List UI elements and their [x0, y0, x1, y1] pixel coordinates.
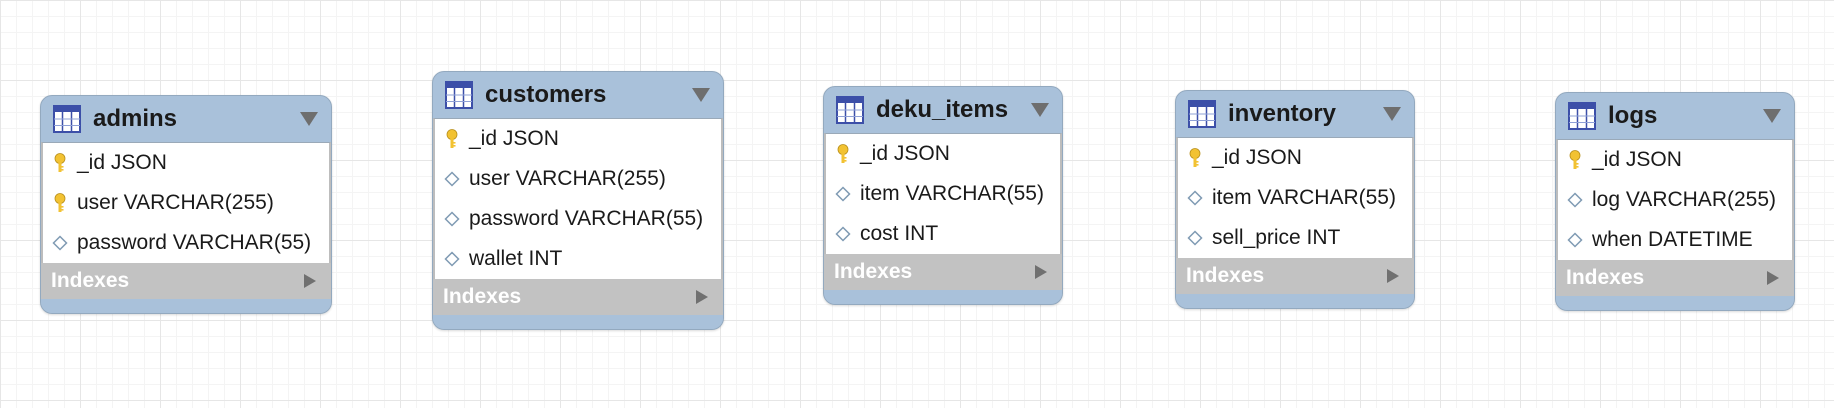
indexes-label: Indexes [51, 269, 130, 292]
column-label: password VARCHAR(55) [469, 207, 704, 230]
key-icon [1186, 148, 1204, 167]
diamond-icon [834, 225, 852, 243]
column-row[interactable]: _id JSON [435, 119, 721, 159]
table-footer [41, 299, 331, 313]
column-row[interactable]: _id JSON [43, 143, 329, 183]
column-list: _id JSON item VARCHAR(55) sell_price INT [1176, 137, 1414, 258]
table-footer [824, 290, 1062, 304]
indexes-label: Indexes [1186, 264, 1265, 287]
column-label: wallet INT [469, 247, 563, 270]
diamond-icon [443, 210, 461, 228]
collapse-triangle-icon[interactable] [1030, 102, 1050, 118]
diamond-icon [443, 170, 461, 188]
expand-arrow-icon[interactable] [303, 273, 317, 289]
column-label: item VARCHAR(55) [860, 182, 1044, 205]
collapse-triangle-icon[interactable] [299, 111, 319, 127]
expand-arrow-icon[interactable] [695, 289, 709, 305]
table-icon [445, 81, 473, 109]
column-row[interactable]: password VARCHAR(55) [435, 199, 721, 239]
column-label: _id JSON [77, 151, 167, 174]
expand-arrow-icon[interactable] [1386, 268, 1400, 284]
column-label: password VARCHAR(55) [77, 231, 312, 254]
column-label: user VARCHAR(255) [469, 167, 666, 190]
table-inventory[interactable]: inventory _id JSON item VARCHAR(55) sell… [1175, 90, 1415, 309]
table-name: admins [93, 105, 178, 132]
key-icon [51, 153, 69, 172]
column-label: user VARCHAR(255) [77, 191, 274, 214]
column-label: _id JSON [1592, 148, 1682, 171]
er-diagram-canvas[interactable]: admins _id JSON user VARCHAR(255) passwo… [0, 0, 1834, 408]
collapse-triangle-icon[interactable] [691, 87, 711, 103]
column-row[interactable]: when DATETIME [1558, 220, 1792, 260]
column-label: item VARCHAR(55) [1212, 186, 1396, 209]
table-name: customers [485, 81, 607, 108]
diamond-icon [1566, 191, 1584, 209]
table-footer [1556, 296, 1794, 310]
column-label: _id JSON [860, 142, 950, 165]
table-deku-items[interactable]: deku_items _id JSON item VARCHAR(55) cos… [823, 86, 1063, 305]
table-admins[interactable]: admins _id JSON user VARCHAR(255) passwo… [40, 95, 332, 314]
table-header[interactable]: logs [1556, 93, 1794, 139]
indexes-bar[interactable]: Indexes [824, 254, 1062, 290]
key-icon [834, 144, 852, 163]
column-row[interactable]: user VARCHAR(255) [435, 159, 721, 199]
key-icon [1566, 150, 1584, 169]
column-row[interactable]: _id JSON [1558, 140, 1792, 180]
table-footer [1176, 294, 1414, 308]
column-row[interactable]: item VARCHAR(55) [1178, 178, 1412, 218]
diamond-icon [443, 250, 461, 268]
table-logs[interactable]: logs _id JSON log VARCHAR(255) when DATE… [1555, 92, 1795, 311]
collapse-triangle-icon[interactable] [1382, 106, 1402, 122]
diamond-icon [1186, 189, 1204, 207]
column-row[interactable]: _id JSON [826, 134, 1060, 174]
column-label: _id JSON [1212, 146, 1302, 169]
column-row[interactable]: sell_price INT [1178, 218, 1412, 258]
table-icon [836, 96, 864, 124]
indexes-bar[interactable]: Indexes [1556, 260, 1794, 296]
table-header[interactable]: deku_items [824, 87, 1062, 133]
column-label: cost INT [860, 222, 939, 245]
table-customers[interactable]: customers _id JSON user VARCHAR(255) pas… [432, 71, 724, 330]
column-row[interactable]: user VARCHAR(255) [43, 183, 329, 223]
table-header[interactable]: inventory [1176, 91, 1414, 137]
diamond-icon [51, 234, 69, 252]
expand-arrow-icon[interactable] [1766, 270, 1780, 286]
diamond-icon [1566, 231, 1584, 249]
key-icon [443, 129, 461, 148]
column-row[interactable]: cost INT [826, 214, 1060, 254]
column-list: _id JSON log VARCHAR(255) when DATETIME [1556, 139, 1794, 260]
column-row[interactable]: log VARCHAR(255) [1558, 180, 1792, 220]
indexes-bar[interactable]: Indexes [1176, 258, 1414, 294]
indexes-bar[interactable]: Indexes [433, 279, 723, 315]
key-icon [51, 193, 69, 212]
diamond-icon [834, 185, 852, 203]
table-icon [1568, 102, 1596, 130]
table-icon [53, 105, 81, 133]
table-header[interactable]: admins [41, 96, 331, 142]
column-label: log VARCHAR(255) [1592, 188, 1777, 211]
column-label: _id JSON [469, 127, 559, 150]
table-header[interactable]: customers [433, 72, 723, 118]
table-name: logs [1608, 102, 1658, 129]
table-icon [1188, 100, 1216, 128]
diamond-icon [1186, 229, 1204, 247]
collapse-triangle-icon[interactable] [1762, 108, 1782, 124]
column-label: sell_price INT [1212, 226, 1341, 249]
column-row[interactable]: _id JSON [1178, 138, 1412, 178]
indexes-label: Indexes [834, 260, 913, 283]
table-name: deku_items [876, 96, 1009, 123]
table-footer [433, 315, 723, 329]
indexes-bar[interactable]: Indexes [41, 263, 331, 299]
column-row[interactable]: password VARCHAR(55) [43, 223, 329, 263]
column-label: when DATETIME [1592, 228, 1753, 251]
column-list: _id JSON user VARCHAR(255) password VARC… [433, 118, 723, 279]
indexes-label: Indexes [443, 285, 522, 308]
table-name: inventory [1228, 100, 1337, 127]
column-list: _id JSON item VARCHAR(55) cost INT [824, 133, 1062, 254]
expand-arrow-icon[interactable] [1034, 264, 1048, 280]
column-list: _id JSON user VARCHAR(255) password VARC… [41, 142, 331, 263]
column-row[interactable]: wallet INT [435, 239, 721, 279]
column-row[interactable]: item VARCHAR(55) [826, 174, 1060, 214]
indexes-label: Indexes [1566, 266, 1645, 289]
